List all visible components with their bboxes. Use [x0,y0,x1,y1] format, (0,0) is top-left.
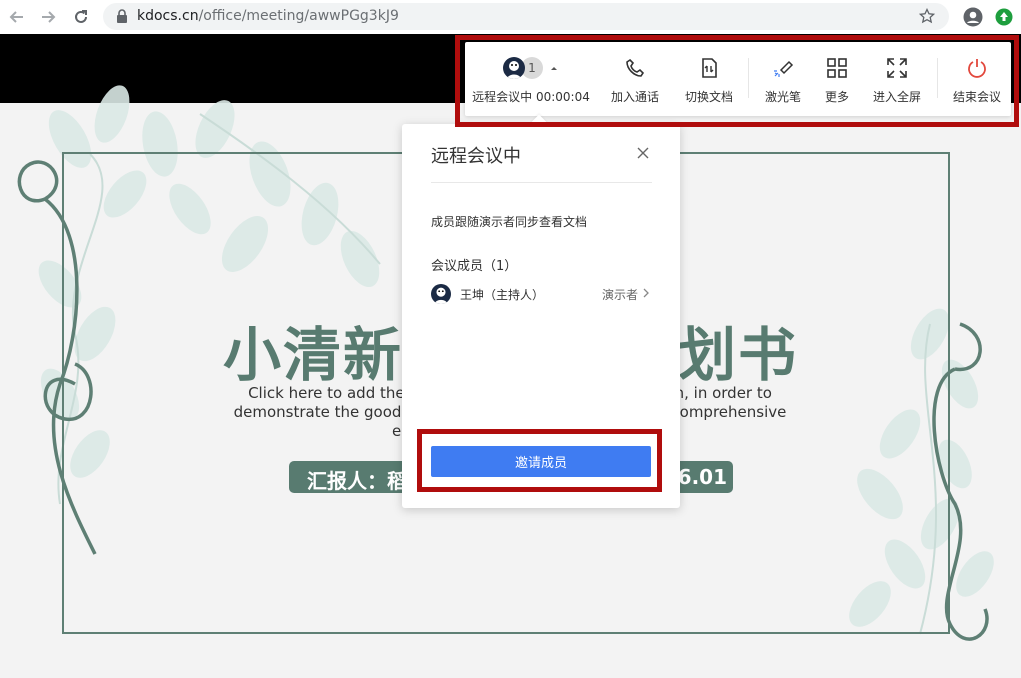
members-header: 会议成员（1） [431,259,518,274]
back-icon[interactable] [6,6,28,28]
more-button[interactable]: 更多 [815,42,859,116]
member-row[interactable]: 王坤（主持人） 演示者 [431,282,652,306]
toolbar-divider [748,58,749,98]
browser-toolbar: kdocs.cn/office/meeting/awwPGg3kJ9 [0,0,1021,34]
fullscreen-button[interactable]: 进入全屏 [865,42,929,116]
reload-icon[interactable] [70,6,92,28]
power-icon [968,59,986,78]
member-name: 王坤（主持人） [460,288,545,302]
fullscreen-icon [887,58,907,78]
popup-title: 远程会议中 [431,146,521,167]
switch-document-button[interactable]: 切换文档 [677,42,741,116]
close-icon[interactable] [636,146,650,160]
grid-icon [827,58,847,78]
popup-divider [431,182,652,183]
document-switch-icon [702,58,717,78]
chevron-right-icon [643,288,649,298]
forward-icon[interactable] [37,6,59,28]
address-bar[interactable]: kdocs.cn/office/meeting/awwPGg3kJ9 [103,3,949,30]
toolbar-divider [937,58,938,98]
meeting-toolbar: 1 远程会议中 00:00:04 加入通话 切换文档 激光笔 更多 进入全屏 结… [465,42,1011,116]
join-call-button[interactable]: 加入通话 [603,42,667,116]
end-meeting-button[interactable]: 结束会议 [947,42,1007,116]
sync-description: 成员跟随演示者同步查看文档 [431,215,588,229]
caret-up-icon [551,67,557,70]
profile-icon[interactable] [963,7,983,27]
meeting-popup: 远程会议中 成员跟随演示者同步查看文档 会议成员（1） 王坤（主持人） 演示者 … [402,114,680,508]
extension-icon[interactable] [995,8,1013,26]
laser-pen-button[interactable]: 激光笔 [755,42,811,116]
avatar [431,284,451,304]
phone-icon [626,58,645,77]
invite-members-button[interactable]: 邀请成员 [431,446,651,477]
star-icon[interactable] [919,8,935,24]
meeting-status-button[interactable]: 1 远程会议中 00:00:04 [471,42,591,116]
avatar [503,57,525,79]
member-role: 演示者 [601,288,638,302]
url-text: kdocs.cn/office/meeting/awwPGg3kJ9 [137,8,399,24]
laser-pen-icon [774,60,794,77]
lock-icon [117,9,127,23]
